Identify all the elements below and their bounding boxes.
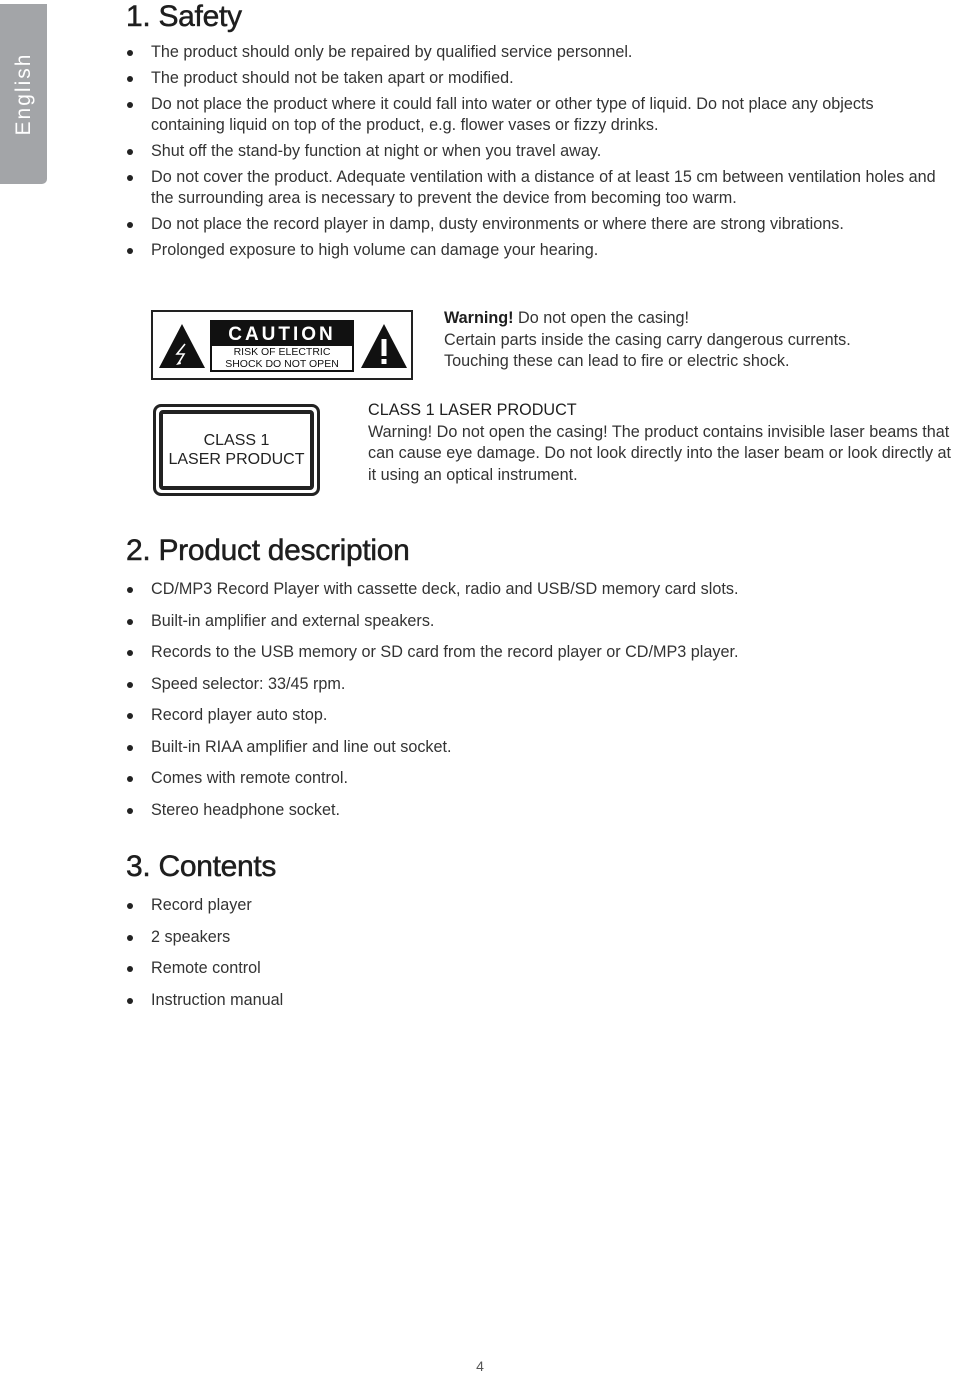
list-item: Record player auto stop. (126, 705, 926, 726)
contents-heading: 3. Contents (126, 850, 277, 884)
language-tab-label: English (11, 52, 35, 136)
caution-label: CAUTION RISK OF ELECTRIC SHOCK DO NOT OP… (151, 310, 413, 380)
laser-label-line: LASER PRODUCT (168, 451, 305, 468)
warning-line: Do not open the casing! (513, 309, 690, 327)
contents-list: Record player 2 speakers Remote control … (126, 895, 726, 1021)
laser-class-label: CLASS 1 LASER PRODUCT (153, 404, 320, 496)
list-item: Speed selector: 33/45 rpm. (126, 674, 926, 695)
list-item: Remote control (126, 958, 726, 979)
caution-subtext-line: RISK OF ELECTRIC (233, 346, 331, 358)
list-item: Stereo headphone socket. (126, 800, 926, 821)
caution-subtext: RISK OF ELECTRIC SHOCK DO NOT OPEN (212, 346, 352, 370)
list-item: Records to the USB memory or SD card fro… (126, 642, 926, 663)
electric-shock-warning-icon (159, 324, 205, 368)
caution-head: CAUTION (212, 322, 352, 346)
list-item: CD/MP3 Record Player with cassette deck,… (126, 579, 926, 600)
warning-line: Touching these can lead to fire or elect… (444, 352, 790, 370)
safety-list: The product should only be repaired by q… (126, 42, 960, 266)
list-item: 2 speakers (126, 927, 726, 948)
page-number: 4 (476, 1358, 484, 1374)
warning-line: Certain parts inside the casing carry da… (444, 330, 851, 349)
list-item: The product should only be repaired by q… (126, 42, 960, 63)
warning-bold: Warning! (444, 309, 514, 327)
laser-warning-title: CLASS 1 LASER PRODUCT (368, 401, 577, 419)
list-item: Prolonged exposure to high volume can da… (126, 240, 960, 261)
product-description-list: CD/MP3 Record Player with cassette deck,… (126, 579, 926, 831)
exclamation-warning-icon (361, 324, 407, 368)
caution-text-box: CAUTION RISK OF ELECTRIC SHOCK DO NOT OP… (210, 320, 354, 372)
list-item: Built-in RIAA amplifier and line out soc… (126, 737, 926, 758)
list-item: Do not place the product where it could … (126, 94, 881, 136)
laser-warning-body: Warning! Do not open the casing! The pro… (368, 422, 952, 484)
caution-warning-text: Warning! Do not open the casing! Certain… (444, 308, 851, 373)
list-item: Record player (126, 895, 726, 916)
list-item: Built-in amplifier and external speakers… (126, 611, 926, 632)
list-item: Do not cover the product. Adequate venti… (126, 167, 960, 209)
product-description-heading: 2. Product description (126, 534, 410, 568)
laser-label-line: CLASS 1 (203, 432, 270, 449)
language-tab: English (0, 4, 47, 184)
list-item: Shut off the stand-by function at night … (126, 141, 960, 162)
safety-heading: 1. Safety (126, 0, 243, 33)
list-item: The product should not be taken apart or… (126, 68, 960, 89)
list-item: Comes with remote control. (126, 768, 926, 789)
laser-warning-text: CLASS 1 LASER PRODUCT Warning! Do not op… (368, 400, 958, 486)
list-item: Do not place the record player in damp, … (126, 214, 960, 235)
caution-subtext-line: SHOCK DO NOT OPEN (225, 357, 339, 370)
list-item: Instruction manual (126, 990, 726, 1011)
